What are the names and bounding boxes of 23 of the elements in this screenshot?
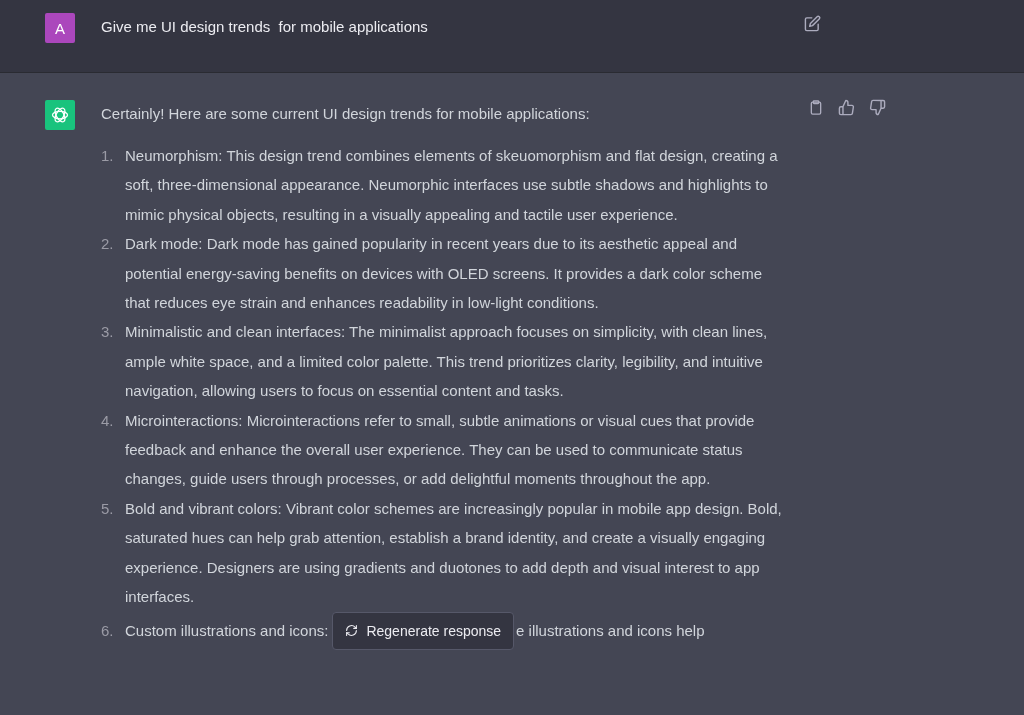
user-message: Give me UI design trends for mobile applications xyxy=(101,17,429,37)
list-item-text: Neumorphism: This design trend combines elements of skeuomorphism and flat design, creating a soft, three-dimensional appearance. Neumorphic interfaces use subtle shadows and highlights to mimic physical objects, resulting in a visually appealing and tactile user experience. xyxy=(125,146,779,225)
response-intro: Certainly! Here are some current UI design trends for mobile applications: xyxy=(101,104,591,124)
thumbs-up-icon[interactable] xyxy=(838,99,855,116)
list-item-text: Custom illustrations and icons: xyxy=(125,621,329,641)
list-number: 1. xyxy=(101,146,115,166)
thumbs-down-icon[interactable] xyxy=(869,99,886,116)
list-item-text: Bold and vibrant colors: Vibrant color schemes are increasingly popular in mobile app design. Bold, saturated hues can help grab attention, establish a brand identity, and create a visually engaging experience. Designers are using gradients and duotones to add depth and visual interest to app interfaces. xyxy=(125,498,783,608)
user-avatar: A xyxy=(45,13,75,43)
clipboard-icon[interactable] xyxy=(808,99,824,116)
list-item-text: e illustrations and icons help xyxy=(516,621,705,641)
regenerate-button[interactable]: Regenerate response xyxy=(332,611,515,650)
refresh-icon xyxy=(345,624,359,637)
list-item-text: Minimalistic and clean interfaces: The minimalist approach focuses on simplicity, with clean lines, ample white space, and a limited color palette. This trend prioritizes clarity, legibility, and intuitive navigation, allowing users to focus on essential content and tasks. xyxy=(125,322,769,402)
assistant-logo-icon xyxy=(45,100,75,130)
list-number: 6. xyxy=(101,621,115,641)
list-item-text: Microinteractions: Microinteractions refer to small, subtle animations or visual cues that provide feedback and enhance the overall user experience. They can be used to communicate status changes, guide users through processes, or add delightful moments throughout the app. xyxy=(125,410,756,490)
edit-icon[interactable] xyxy=(804,15,821,32)
list-item-text: Dark mode: Dark mode has gained popularity in recent years due to its aesthetic appeal and potential energy-saving benefits on devices with OLED screens. It provides a dark color scheme that reduces eye strain and enhances readability in low-light conditions. xyxy=(125,234,763,314)
list-number: 3. xyxy=(101,322,115,343)
list-number: 4. xyxy=(101,410,115,431)
list-number: 2. xyxy=(101,234,115,255)
list-number: 5. xyxy=(101,498,115,519)
